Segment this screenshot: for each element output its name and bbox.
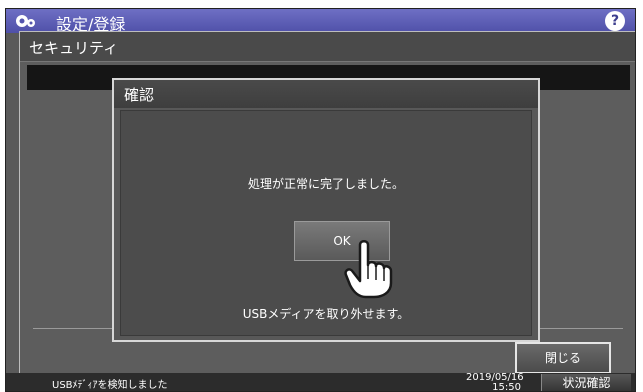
dialog-title: 確認 [124, 86, 155, 104]
confirm-dialog: 確認 処理が正常に完了しました。 OK USBメディアを取り外せます。 [112, 78, 540, 342]
status-check-button[interactable]: 状況確認 [541, 374, 631, 391]
status-bar: USBﾒﾃﾞｨｱを検知しました 2019/05/16 15:50 状況確認 [6, 373, 635, 392]
dialog-sub-message: USBメディアを取り外せます。 [242, 307, 410, 321]
dialog-message: 処理が正常に完了しました。 [247, 177, 404, 191]
close-button[interactable]: 閉じる [515, 342, 611, 374]
title-bar: 設定/登録 ? [6, 9, 635, 34]
status-datetime: 2019/05/16 15:50 [466, 373, 524, 392]
dialog-header: 確認 [114, 80, 538, 108]
gear-icon [16, 15, 35, 27]
dialog-body: 処理が正常に完了しました。 OK USBメディアを取り外せます。 [120, 110, 532, 336]
status-time: 15:50 [492, 382, 521, 392]
help-icon[interactable]: ? [605, 11, 625, 31]
device-screen: 設定/登録 ? セキュリティ 閉じる 確認 処理が正常に完了しました。 OK U… [5, 8, 636, 392]
pointing-hand-icon [344, 240, 393, 299]
panel-header: セキュリティ [20, 32, 635, 62]
status-message: USBﾒﾃﾞｨｱを検知しました [52, 380, 168, 391]
panel-title: セキュリティ [29, 39, 119, 57]
